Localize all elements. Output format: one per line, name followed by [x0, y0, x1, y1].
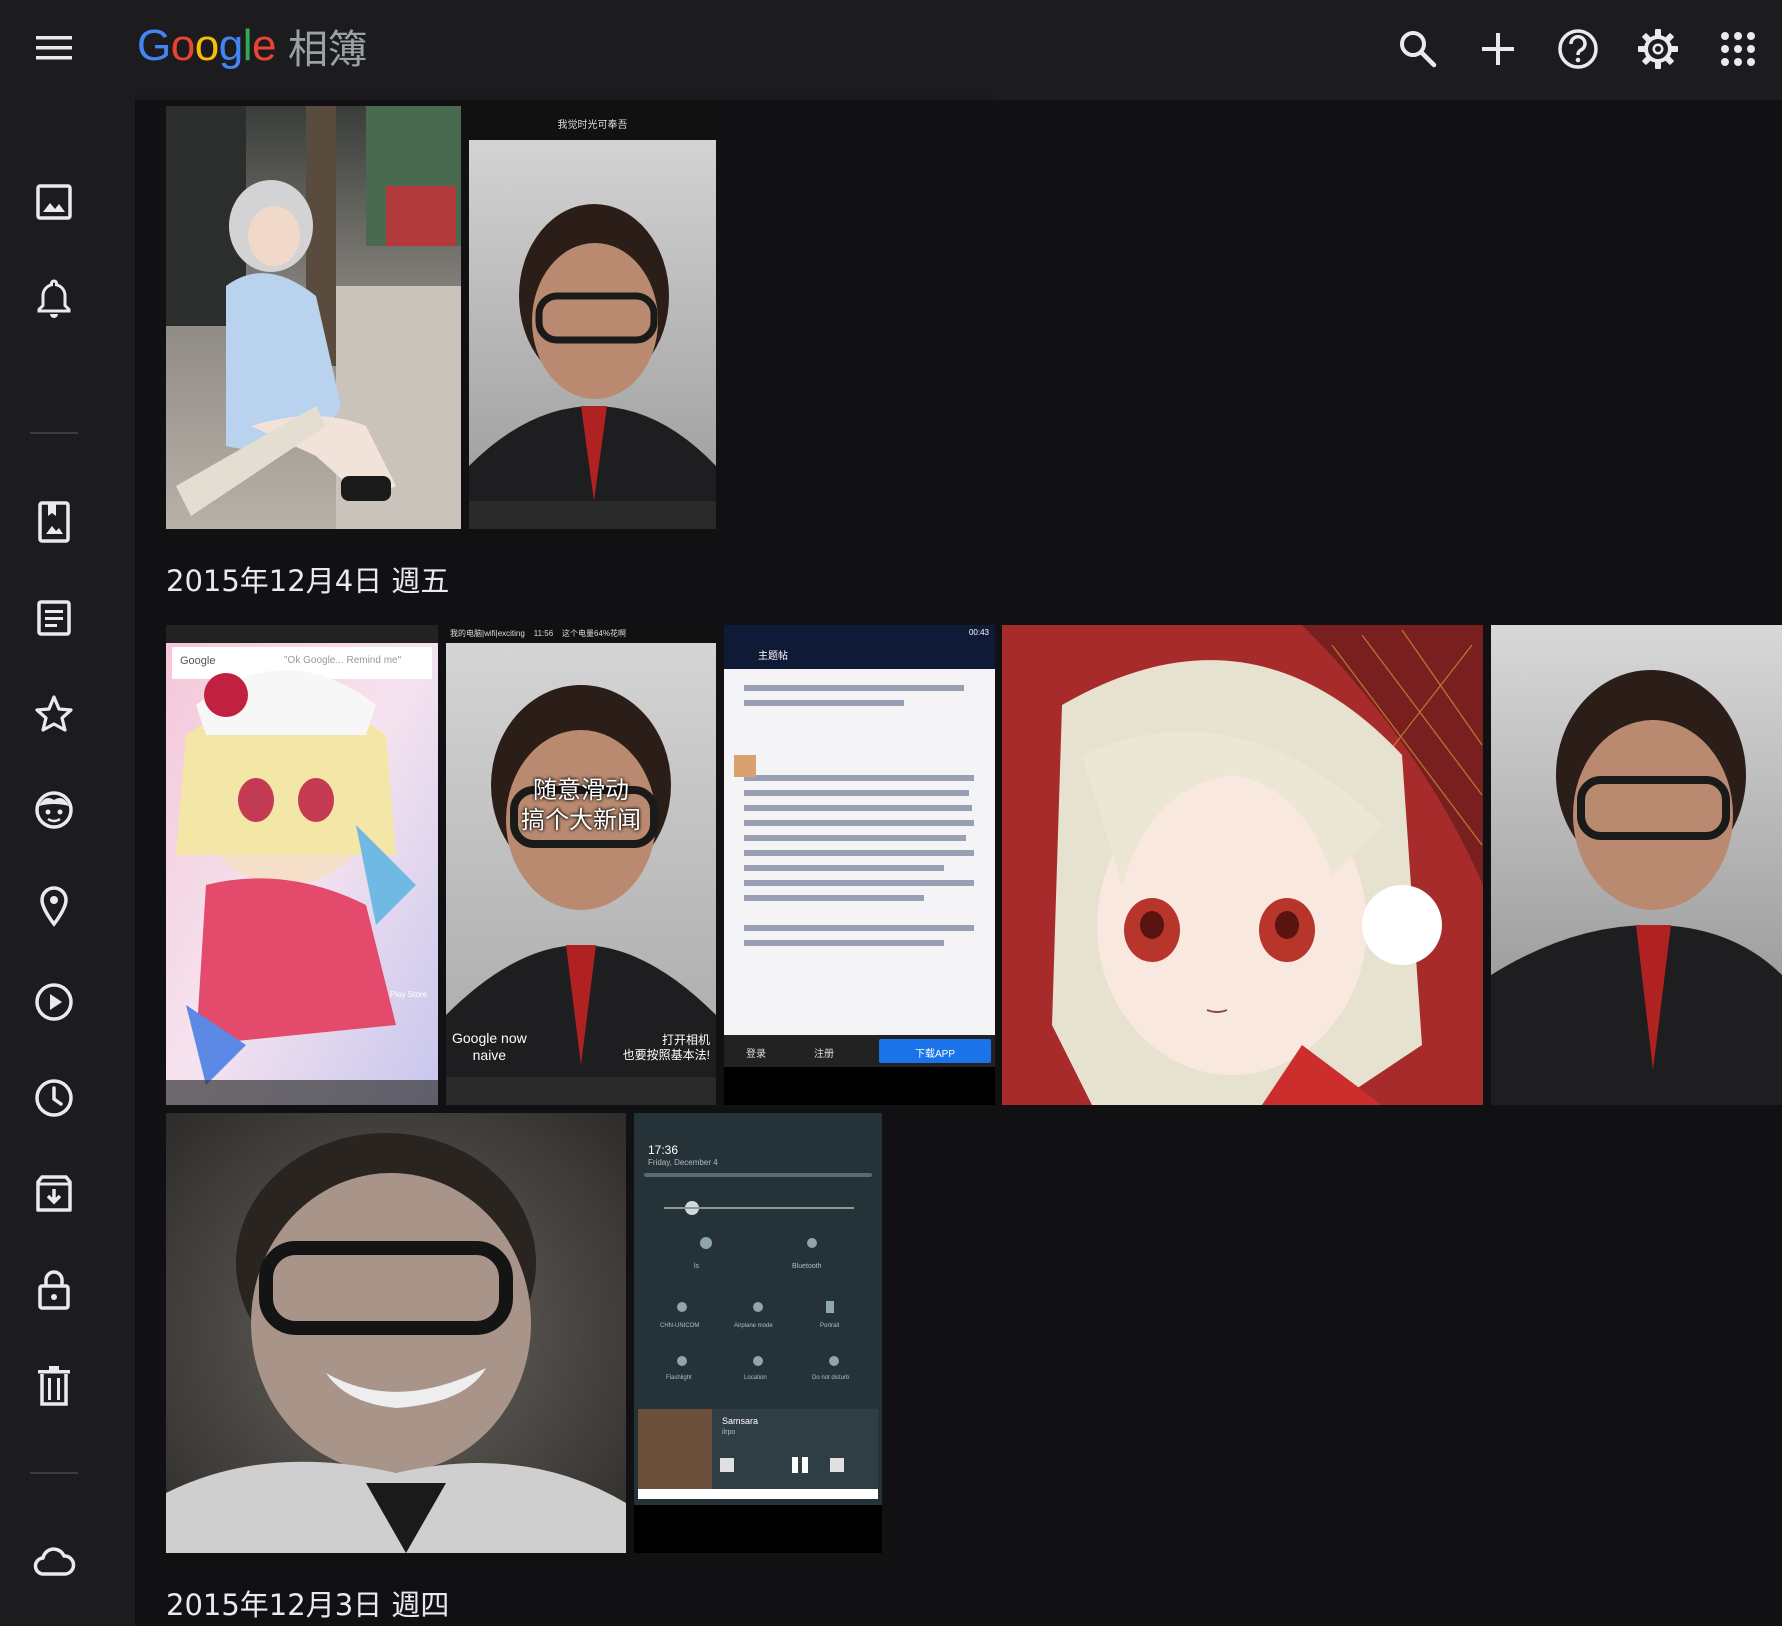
documents-icon — [37, 600, 71, 636]
photo-grid: 我觉时光可奉吾 2015年12月4日 週五 Google "Ok Google.… — [135, 94, 1782, 1626]
logo-letter: o — [194, 21, 219, 70]
search-bar-hint: "Ok Google... Remind me" — [284, 655, 402, 666]
sidebar-item-notifications[interactable] — [22, 266, 86, 330]
quick-settings-screenshot — [634, 1113, 882, 1553]
sidebar-item-albums[interactable] — [22, 490, 86, 554]
logo-letter: e — [251, 21, 276, 70]
sidebar-divider — [30, 1472, 78, 1474]
settings-icon — [1638, 29, 1678, 69]
sidebar-divider — [30, 432, 78, 434]
sidebar-item-recent[interactable] — [22, 1066, 86, 1130]
qs-time: 17:36 — [648, 1143, 679, 1157]
main-menu-button[interactable] — [24, 18, 84, 78]
forum-status-time: 00:43 — [968, 628, 989, 637]
qs-tile-label: Portrait — [820, 1323, 840, 1329]
anime-girl-illustration — [1002, 625, 1483, 1105]
status-line: 我的电脑|wifi|exciting 11:56 这个电量64%花啊 — [450, 629, 627, 638]
archive-icon — [36, 1175, 72, 1212]
notifications-icon — [37, 279, 71, 318]
search-bar-label: Google — [180, 655, 216, 667]
sidebar-item-trash[interactable] — [22, 1354, 86, 1418]
anime-wallpaper-screenshot — [166, 625, 438, 1105]
trash-icon — [38, 1366, 70, 1406]
qs-tile-label: CHN-UNICOM — [660, 1323, 700, 1329]
qs-date: Friday, December 4 — [648, 1158, 718, 1167]
forum-register: 注册 — [814, 1049, 834, 1060]
apps-grid-icon — [1721, 32, 1755, 66]
sidebar-item-photos[interactable] — [22, 170, 86, 234]
photo-tile[interactable]: 我觉时光可奉吾 — [469, 106, 716, 529]
forum-download-button: 下载APP — [914, 1049, 955, 1060]
cosplay-photo — [166, 106, 461, 529]
sidebar-item-archive[interactable] — [22, 1162, 86, 1226]
people-icon — [35, 791, 73, 829]
places-icon — [40, 886, 68, 927]
qs-tile-label: Airplane mode — [734, 1323, 773, 1329]
favorites-icon — [35, 695, 73, 732]
qs-tile-label: Do not disturb — [812, 1375, 850, 1381]
photo-tile[interactable]: 00:43 主题帖 登录 注册 下载APP — [724, 625, 995, 1105]
qs-wifi-label: ls — [694, 1263, 700, 1270]
caption-right: 打开相机 也要按照基本法! — [622, 1033, 710, 1062]
sidebar-item-documents[interactable] — [22, 586, 86, 650]
laughing-portrait — [166, 1113, 626, 1553]
navigation-sidebar — [0, 100, 108, 1626]
caption-left: Google now naive — [452, 1030, 527, 1063]
photo-tile[interactable]: 17:36 Friday, December 4 ls Bluetooth CH… — [634, 1113, 882, 1553]
photo-tile[interactable] — [166, 1113, 626, 1553]
sidebar-item-locked-folder[interactable] — [22, 1258, 86, 1322]
logo-letter: g — [218, 21, 243, 70]
photos-icon — [36, 184, 72, 220]
settings-button[interactable] — [1618, 14, 1698, 84]
screenshot-title: 我觉时光可奉吾 — [557, 120, 628, 131]
logo-letter: l — [242, 21, 253, 70]
sidebar-item-favorites[interactable] — [22, 682, 86, 746]
upload-button[interactable] — [1458, 14, 1538, 84]
sidebar-item-videos[interactable] — [22, 970, 86, 1034]
google-apps-button[interactable] — [1698, 14, 1778, 84]
qs-bt-label: Bluetooth — [792, 1263, 822, 1270]
photo-tile[interactable]: Google "Ok Google... Remind me" Play Sto… — [166, 625, 438, 1105]
date-heading: 2015年12月4日 週五 — [166, 564, 450, 598]
forum-login: 登录 — [746, 1049, 766, 1060]
add-icon — [1482, 33, 1514, 65]
overlay-text-2: 搞个大新闻 — [521, 806, 641, 834]
qs-tile-label: Location — [744, 1375, 767, 1381]
menu-icon — [36, 36, 72, 60]
official-portrait — [1491, 625, 1782, 1105]
product-name: 相簿 — [287, 27, 368, 73]
media-title: Samsara — [722, 1416, 759, 1426]
forum-screenshot — [724, 625, 995, 1105]
qs-tile-label: Flashlight — [666, 1375, 692, 1381]
portrait-screenshot — [469, 106, 716, 529]
top-app-bar: G o o g l e 相簿 — [0, 0, 1782, 100]
photo-tile[interactable] — [166, 106, 461, 529]
photo-tile[interactable]: 我的电脑|wifi|exciting 11:56 这个电量64%花啊 随意滑动 … — [446, 625, 716, 1105]
sidebar-item-people[interactable] — [22, 778, 86, 842]
photo-tile[interactable] — [1491, 625, 1782, 1105]
photo-tile[interactable] — [1002, 625, 1483, 1105]
media-subtitle: ilrpo — [722, 1429, 736, 1436]
search-icon — [1400, 31, 1437, 68]
sidebar-item-places[interactable] — [22, 874, 86, 938]
videos-icon — [35, 983, 73, 1021]
albums-icon — [38, 501, 70, 543]
help-button[interactable] — [1538, 14, 1618, 84]
recent-icon — [35, 1079, 73, 1117]
forum-title: 主题帖 — [758, 651, 788, 662]
cloud-storage-icon — [33, 1547, 76, 1576]
google-photos-logo[interactable]: G o o g l e 相簿 — [137, 14, 367, 78]
logo-letter: o — [170, 21, 195, 70]
sidebar-item-storage[interactable] — [22, 1530, 86, 1594]
logo-letter: G — [137, 21, 171, 70]
search-button[interactable] — [1378, 14, 1458, 84]
help-icon — [1558, 29, 1598, 69]
play-store-label: Play Store — [390, 990, 427, 999]
date-heading: 2015年12月3日 週四 — [166, 1588, 450, 1622]
locked-folder-icon — [38, 1270, 70, 1310]
